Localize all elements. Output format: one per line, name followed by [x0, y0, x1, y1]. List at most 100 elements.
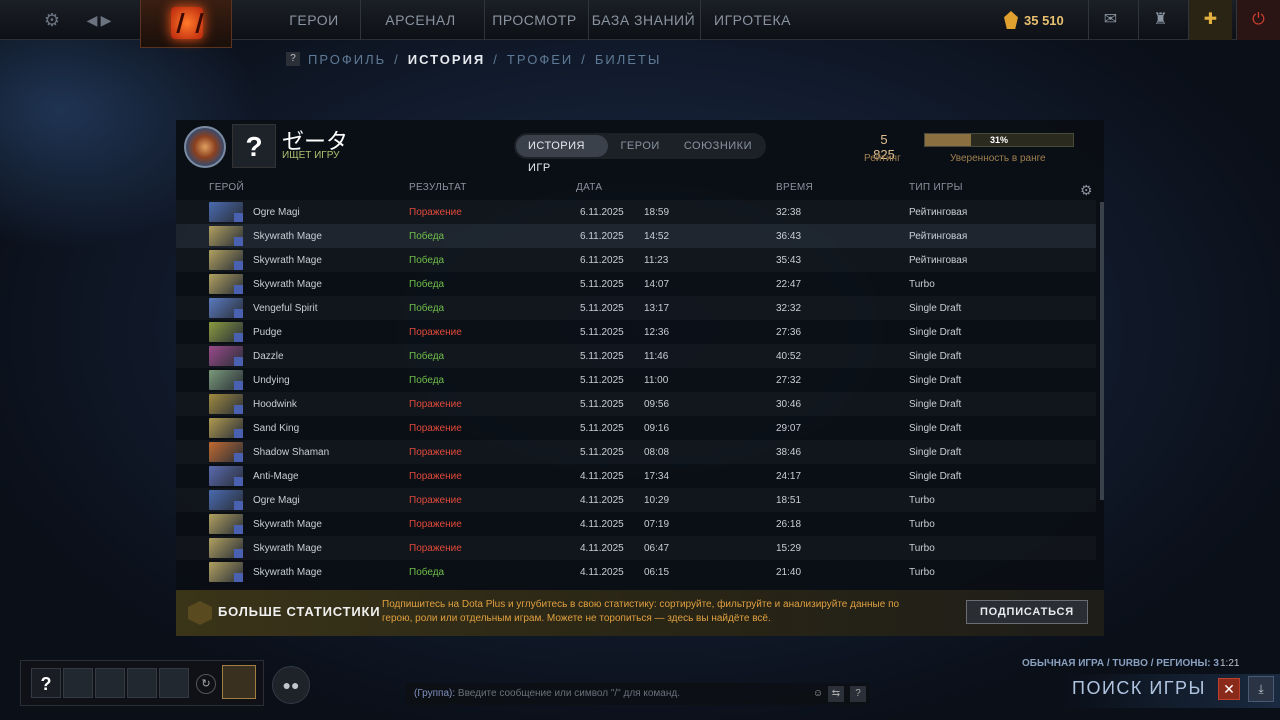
- col-game-type[interactable]: ТИП ИГРЫ: [909, 182, 963, 193]
- match-date: 5.11.2025: [580, 447, 624, 458]
- table-row[interactable]: Shadow Shaman Поражение 5.11.2025 08:08 38:4…: [176, 440, 1096, 464]
- scrollbar[interactable]: [1100, 202, 1104, 500]
- table-row[interactable]: Hoodwink Поражение 5.11.2025 09:56 30:46 Sing…: [176, 392, 1096, 416]
- chat-wheel-icon[interactable]: ⇆: [828, 686, 844, 702]
- tower-icon[interactable]: ♜: [1138, 0, 1182, 40]
- power-icon[interactable]: ⏻: [1236, 0, 1280, 40]
- nav-heroes[interactable]: ГЕРОИ: [270, 0, 358, 40]
- game-type: Рейтинговая: [909, 231, 968, 242]
- match-date: 5.11.2025: [580, 423, 624, 434]
- shards-counter[interactable]: 35 510: [1004, 8, 1064, 32]
- nav-watch[interactable]: ПРОСМОТР: [484, 0, 584, 40]
- subnav-profile[interactable]: ПРОФИЛЬ: [308, 52, 386, 67]
- chat-channel[interactable]: (Группа):: [414, 688, 455, 699]
- match-start: 13:17: [644, 303, 670, 314]
- profile-subnav: ? ПРОФИЛЬ / ИСТОРИЯ / ТРОФЕИ / БИЛЕТЫ: [286, 50, 661, 68]
- gear-icon[interactable]: ⚙: [1080, 182, 1093, 199]
- match-start: 10:29: [644, 495, 670, 506]
- rank-confidence-value: 31%: [989, 135, 1008, 145]
- chat-input[interactable]: Введите сообщение или символ "/" для ком…: [458, 688, 680, 699]
- tab-heroes[interactable]: ГЕРОИ: [608, 135, 671, 157]
- gear-icon[interactable]: ⚙: [40, 8, 64, 32]
- col-time[interactable]: ВРЕМЯ: [776, 182, 813, 193]
- match-duration: 22:47: [776, 279, 802, 290]
- hero-name: Ogre Magi: [253, 207, 300, 218]
- match-result: Поражение: [409, 327, 462, 338]
- party-slot[interactable]: [159, 668, 189, 698]
- match-duration: 24:17: [776, 471, 802, 482]
- mail-icon[interactable]: ✉: [1088, 0, 1132, 40]
- hero-name: Sand King: [253, 423, 300, 434]
- party-slot-me[interactable]: ?: [31, 668, 61, 698]
- match-result: Победа: [409, 567, 445, 578]
- top-bar: ⚙ ◀ ▶ ГЕРОИ АРСЕНАЛ ПРОСМОТР БАЗА ЗНАНИЙ…: [0, 0, 1280, 48]
- table-row[interactable]: Undying Победа 5.11.2025 11:00 27:32 Single D…: [176, 368, 1096, 392]
- dota-plus-icon[interactable]: ✚: [1188, 0, 1232, 40]
- hero-name: Pudge: [253, 327, 282, 338]
- subscribe-button[interactable]: ПОДПИСАТЬСЯ: [966, 600, 1088, 624]
- hero-portrait-icon: [209, 538, 243, 558]
- match-result: Поражение: [409, 471, 462, 482]
- plus-title: БОЛЬШЕ СТАТИСТИКИ: [218, 604, 381, 619]
- game-type: Turbo: [909, 543, 935, 554]
- nav-arcade[interactable]: ИГРОТЕКА: [700, 0, 804, 40]
- subnav-history[interactable]: ИСТОРИЯ: [408, 52, 486, 67]
- help-icon[interactable]: ?: [286, 52, 300, 66]
- match-result: Победа: [409, 231, 445, 242]
- party-slot[interactable]: [127, 668, 157, 698]
- col-result[interactable]: РЕЗУЛЬТАТ: [409, 182, 467, 193]
- game-type: Turbo: [909, 519, 935, 530]
- tab-allies[interactable]: СОЮЗНИКИ: [672, 135, 764, 157]
- subnav-trophies[interactable]: ТРОФЕИ: [507, 52, 573, 67]
- table-row[interactable]: Skywrath Mage Победа 4.11.2025 06:15 21:40 Tu…: [176, 560, 1096, 584]
- match-result: Поражение: [409, 423, 462, 434]
- table-row[interactable]: Skywrath Mage Поражение 4.11.2025 07:19 26:1…: [176, 512, 1096, 536]
- chat-help-icon[interactable]: ?: [850, 686, 866, 702]
- hero-portrait-icon: [209, 250, 243, 270]
- match-history-panel: ? ゼータ ИЩЕТ ИГРУ ИСТОРИЯ ИГР ГЕРОИ СОЮЗНИ…: [176, 120, 1104, 636]
- nav-armory[interactable]: АРСЕНАЛ: [360, 0, 480, 40]
- rank-confidence-label: Уверенность в ранге: [950, 153, 1046, 164]
- dota-logo-button[interactable]: [140, 0, 232, 48]
- table-row[interactable]: Dazzle Победа 5.11.2025 11:46 40:52 Single Dr…: [176, 344, 1096, 368]
- forward-icon[interactable]: ▶: [94, 8, 118, 32]
- nav-learn[interactable]: БАЗА ЗНАНИЙ: [588, 0, 698, 40]
- rank-medal-icon[interactable]: [184, 126, 226, 168]
- table-row[interactable]: Skywrath Mage Победа 6.11.2025 14:52 36:43 Ре…: [176, 224, 1096, 248]
- hero-name: Dazzle: [253, 351, 284, 362]
- table-row[interactable]: Vengeful Spirit Победа 5.11.2025 13:17 32:32…: [176, 296, 1096, 320]
- swap-icon[interactable]: ↻: [196, 674, 216, 694]
- hero-name: Anti-Mage: [253, 471, 299, 482]
- table-row[interactable]: Sand King Поражение 5.11.2025 09:16 29:07 Sin…: [176, 416, 1096, 440]
- table-row[interactable]: Ogre Magi Поражение 4.11.2025 10:29 18:51 Tur…: [176, 488, 1096, 512]
- party-slot[interactable]: [63, 668, 93, 698]
- match-date: 5.11.2025: [580, 303, 624, 314]
- queue-info: ОБЫЧНАЯ ИГРА / TURBO / РЕГИОНЫ: 3: [1022, 658, 1219, 669]
- party-slot[interactable]: [95, 668, 125, 698]
- cancel-search-button[interactable]: ✕: [1218, 678, 1240, 700]
- find-match-label[interactable]: ПОИСК ИГРЫ: [1072, 678, 1206, 699]
- table-row[interactable]: Skywrath Mage Победа 6.11.2025 11:23 35:43 Ре…: [176, 248, 1096, 272]
- chat-icon[interactable]: ●●: [272, 666, 310, 704]
- avatar[interactable]: ?: [232, 124, 276, 168]
- table-row[interactable]: Skywrath Mage Победа 5.11.2025 14:07 22:47 Tu…: [176, 272, 1096, 296]
- tab-match-history[interactable]: ИСТОРИЯ ИГР: [516, 135, 609, 174]
- dota-plus-banner: БОЛЬШЕ СТАТИСТИКИ Подпишитесь на Dota Pl…: [176, 590, 1104, 636]
- hero-portrait-icon: [209, 202, 243, 222]
- table-row[interactable]: Skywrath Mage Поражение 4.11.2025 06:47 15:2…: [176, 536, 1096, 560]
- hero-name: Skywrath Mage: [253, 279, 322, 290]
- col-hero[interactable]: ГЕРОЙ: [209, 182, 244, 193]
- emoji-icon[interactable]: ☺: [810, 686, 826, 702]
- hero-portrait-icon: [209, 490, 243, 510]
- col-date[interactable]: ДАТА: [576, 182, 602, 193]
- match-duration: 29:07: [776, 423, 802, 434]
- minimize-icon[interactable]: ⤓: [1248, 676, 1274, 702]
- battle-pass-icon[interactable]: [222, 665, 256, 699]
- hero-portrait-icon: [209, 466, 243, 486]
- table-row[interactable]: Pudge Поражение 5.11.2025 12:36 27:36 Single …: [176, 320, 1096, 344]
- subnav-tickets[interactable]: БИЛЕТЫ: [595, 52, 662, 67]
- table-row[interactable]: Ogre Magi Поражение 6.11.2025 18:59 32:38 Рей…: [176, 200, 1096, 224]
- table-row[interactable]: Anti-Mage Поражение 4.11.2025 17:34 24:17 Sin…: [176, 464, 1096, 488]
- hero-name: Shadow Shaman: [253, 447, 330, 458]
- chat-bar[interactable]: (Группа): Введите сообщение или символ "…: [406, 683, 870, 705]
